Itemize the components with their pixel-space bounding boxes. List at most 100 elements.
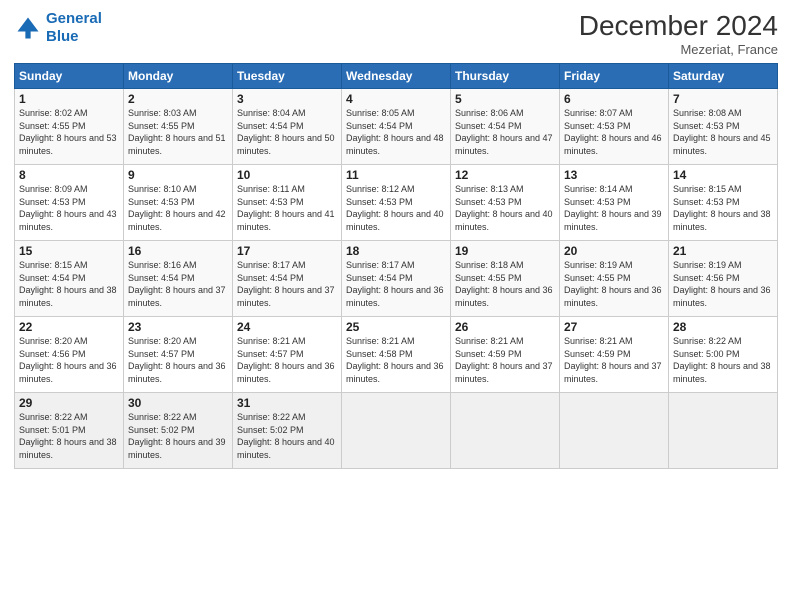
- day-info: Sunrise: 8:11 AMSunset: 4:53 PMDaylight:…: [237, 183, 337, 233]
- day-number: 30: [128, 396, 228, 410]
- day-info: Sunrise: 8:09 AMSunset: 4:53 PMDaylight:…: [19, 183, 119, 233]
- day-number: 22: [19, 320, 119, 334]
- day-cell: 3Sunrise: 8:04 AMSunset: 4:54 PMDaylight…: [233, 89, 342, 165]
- day-info: Sunrise: 8:06 AMSunset: 4:54 PMDaylight:…: [455, 107, 555, 157]
- day-cell: 31Sunrise: 8:22 AMSunset: 5:02 PMDayligh…: [233, 393, 342, 469]
- day-info: Sunrise: 8:03 AMSunset: 4:55 PMDaylight:…: [128, 107, 228, 157]
- day-number: 23: [128, 320, 228, 334]
- day-number: 6: [564, 92, 664, 106]
- day-cell: 5Sunrise: 8:06 AMSunset: 4:54 PMDaylight…: [451, 89, 560, 165]
- header-cell-wednesday: Wednesday: [342, 64, 451, 89]
- day-info: Sunrise: 8:02 AMSunset: 4:55 PMDaylight:…: [19, 107, 119, 157]
- logo-line2: Blue: [46, 28, 79, 45]
- calendar-body: 1Sunrise: 8:02 AMSunset: 4:55 PMDaylight…: [15, 89, 778, 469]
- day-number: 2: [128, 92, 228, 106]
- day-cell: 24Sunrise: 8:21 AMSunset: 4:57 PMDayligh…: [233, 317, 342, 393]
- week-row-4: 22Sunrise: 8:20 AMSunset: 4:56 PMDayligh…: [15, 317, 778, 393]
- day-cell: 4Sunrise: 8:05 AMSunset: 4:54 PMDaylight…: [342, 89, 451, 165]
- day-number: 19: [455, 244, 555, 258]
- day-cell: [560, 393, 669, 469]
- day-cell: [342, 393, 451, 469]
- day-info: Sunrise: 8:21 AMSunset: 4:59 PMDaylight:…: [455, 335, 555, 385]
- day-cell: 26Sunrise: 8:21 AMSunset: 4:59 PMDayligh…: [451, 317, 560, 393]
- day-number: 18: [346, 244, 446, 258]
- day-info: Sunrise: 8:04 AMSunset: 4:54 PMDaylight:…: [237, 107, 337, 157]
- day-cell: 8Sunrise: 8:09 AMSunset: 4:53 PMDaylight…: [15, 165, 124, 241]
- day-info: Sunrise: 8:15 AMSunset: 4:53 PMDaylight:…: [673, 183, 773, 233]
- day-number: 9: [128, 168, 228, 182]
- calendar-table: SundayMondayTuesdayWednesdayThursdayFrid…: [14, 63, 778, 469]
- day-info: Sunrise: 8:12 AMSunset: 4:53 PMDaylight:…: [346, 183, 446, 233]
- day-cell: 25Sunrise: 8:21 AMSunset: 4:58 PMDayligh…: [342, 317, 451, 393]
- day-cell: 11Sunrise: 8:12 AMSunset: 4:53 PMDayligh…: [342, 165, 451, 241]
- day-info: Sunrise: 8:22 AMSunset: 5:00 PMDaylight:…: [673, 335, 773, 385]
- day-info: Sunrise: 8:10 AMSunset: 4:53 PMDaylight:…: [128, 183, 228, 233]
- day-info: Sunrise: 8:15 AMSunset: 4:54 PMDaylight:…: [19, 259, 119, 309]
- day-cell: 30Sunrise: 8:22 AMSunset: 5:02 PMDayligh…: [124, 393, 233, 469]
- day-number: 1: [19, 92, 119, 106]
- day-cell: 21Sunrise: 8:19 AMSunset: 4:56 PMDayligh…: [669, 241, 778, 317]
- day-info: Sunrise: 8:17 AMSunset: 4:54 PMDaylight:…: [346, 259, 446, 309]
- day-cell: 6Sunrise: 8:07 AMSunset: 4:53 PMDaylight…: [560, 89, 669, 165]
- day-number: 5: [455, 92, 555, 106]
- calendar-header-row: SundayMondayTuesdayWednesdayThursdayFrid…: [15, 64, 778, 89]
- header-cell-friday: Friday: [560, 64, 669, 89]
- day-info: Sunrise: 8:18 AMSunset: 4:55 PMDaylight:…: [455, 259, 555, 309]
- day-number: 11: [346, 168, 446, 182]
- day-info: Sunrise: 8:21 AMSunset: 4:58 PMDaylight:…: [346, 335, 446, 385]
- day-cell: 14Sunrise: 8:15 AMSunset: 4:53 PMDayligh…: [669, 165, 778, 241]
- week-row-1: 1Sunrise: 8:02 AMSunset: 4:55 PMDaylight…: [15, 89, 778, 165]
- day-info: Sunrise: 8:21 AMSunset: 4:59 PMDaylight:…: [564, 335, 664, 385]
- day-number: 12: [455, 168, 555, 182]
- day-number: 4: [346, 92, 446, 106]
- day-cell: 18Sunrise: 8:17 AMSunset: 4:54 PMDayligh…: [342, 241, 451, 317]
- day-cell: 9Sunrise: 8:10 AMSunset: 4:53 PMDaylight…: [124, 165, 233, 241]
- logo: General Blue: [14, 10, 102, 46]
- logo-icon: [14, 14, 42, 42]
- day-info: Sunrise: 8:13 AMSunset: 4:53 PMDaylight:…: [455, 183, 555, 233]
- day-info: Sunrise: 8:22 AMSunset: 5:01 PMDaylight:…: [19, 411, 119, 461]
- day-cell: 2Sunrise: 8:03 AMSunset: 4:55 PMDaylight…: [124, 89, 233, 165]
- location: Mezeriat, France: [579, 42, 778, 57]
- header-cell-thursday: Thursday: [451, 64, 560, 89]
- logo-text: General Blue: [46, 10, 102, 46]
- day-number: 27: [564, 320, 664, 334]
- day-cell: 1Sunrise: 8:02 AMSunset: 4:55 PMDaylight…: [15, 89, 124, 165]
- title-block: December 2024 Mezeriat, France: [579, 10, 778, 57]
- calendar-container: General Blue December 2024 Mezeriat, Fra…: [0, 0, 792, 612]
- day-number: 28: [673, 320, 773, 334]
- day-number: 31: [237, 396, 337, 410]
- day-cell: 12Sunrise: 8:13 AMSunset: 4:53 PMDayligh…: [451, 165, 560, 241]
- day-cell: 10Sunrise: 8:11 AMSunset: 4:53 PMDayligh…: [233, 165, 342, 241]
- day-number: 3: [237, 92, 337, 106]
- day-info: Sunrise: 8:22 AMSunset: 5:02 PMDaylight:…: [128, 411, 228, 461]
- day-cell: 28Sunrise: 8:22 AMSunset: 5:00 PMDayligh…: [669, 317, 778, 393]
- week-row-2: 8Sunrise: 8:09 AMSunset: 4:53 PMDaylight…: [15, 165, 778, 241]
- day-cell: 22Sunrise: 8:20 AMSunset: 4:56 PMDayligh…: [15, 317, 124, 393]
- day-cell: 23Sunrise: 8:20 AMSunset: 4:57 PMDayligh…: [124, 317, 233, 393]
- day-cell: [451, 393, 560, 469]
- day-cell: 15Sunrise: 8:15 AMSunset: 4:54 PMDayligh…: [15, 241, 124, 317]
- week-row-5: 29Sunrise: 8:22 AMSunset: 5:01 PMDayligh…: [15, 393, 778, 469]
- day-info: Sunrise: 8:19 AMSunset: 4:55 PMDaylight:…: [564, 259, 664, 309]
- header-cell-sunday: Sunday: [15, 64, 124, 89]
- day-number: 26: [455, 320, 555, 334]
- header-cell-saturday: Saturday: [669, 64, 778, 89]
- day-info: Sunrise: 8:05 AMSunset: 4:54 PMDaylight:…: [346, 107, 446, 157]
- day-number: 24: [237, 320, 337, 334]
- day-number: 29: [19, 396, 119, 410]
- day-info: Sunrise: 8:08 AMSunset: 4:53 PMDaylight:…: [673, 107, 773, 157]
- day-number: 20: [564, 244, 664, 258]
- day-cell: 29Sunrise: 8:22 AMSunset: 5:01 PMDayligh…: [15, 393, 124, 469]
- day-info: Sunrise: 8:07 AMSunset: 4:53 PMDaylight:…: [564, 107, 664, 157]
- day-info: Sunrise: 8:20 AMSunset: 4:56 PMDaylight:…: [19, 335, 119, 385]
- day-info: Sunrise: 8:16 AMSunset: 4:54 PMDaylight:…: [128, 259, 228, 309]
- header-cell-monday: Monday: [124, 64, 233, 89]
- header-cell-tuesday: Tuesday: [233, 64, 342, 89]
- header: General Blue December 2024 Mezeriat, Fra…: [14, 10, 778, 57]
- day-cell: 7Sunrise: 8:08 AMSunset: 4:53 PMDaylight…: [669, 89, 778, 165]
- day-number: 14: [673, 168, 773, 182]
- day-info: Sunrise: 8:17 AMSunset: 4:54 PMDaylight:…: [237, 259, 337, 309]
- day-cell: 20Sunrise: 8:19 AMSunset: 4:55 PMDayligh…: [560, 241, 669, 317]
- day-number: 17: [237, 244, 337, 258]
